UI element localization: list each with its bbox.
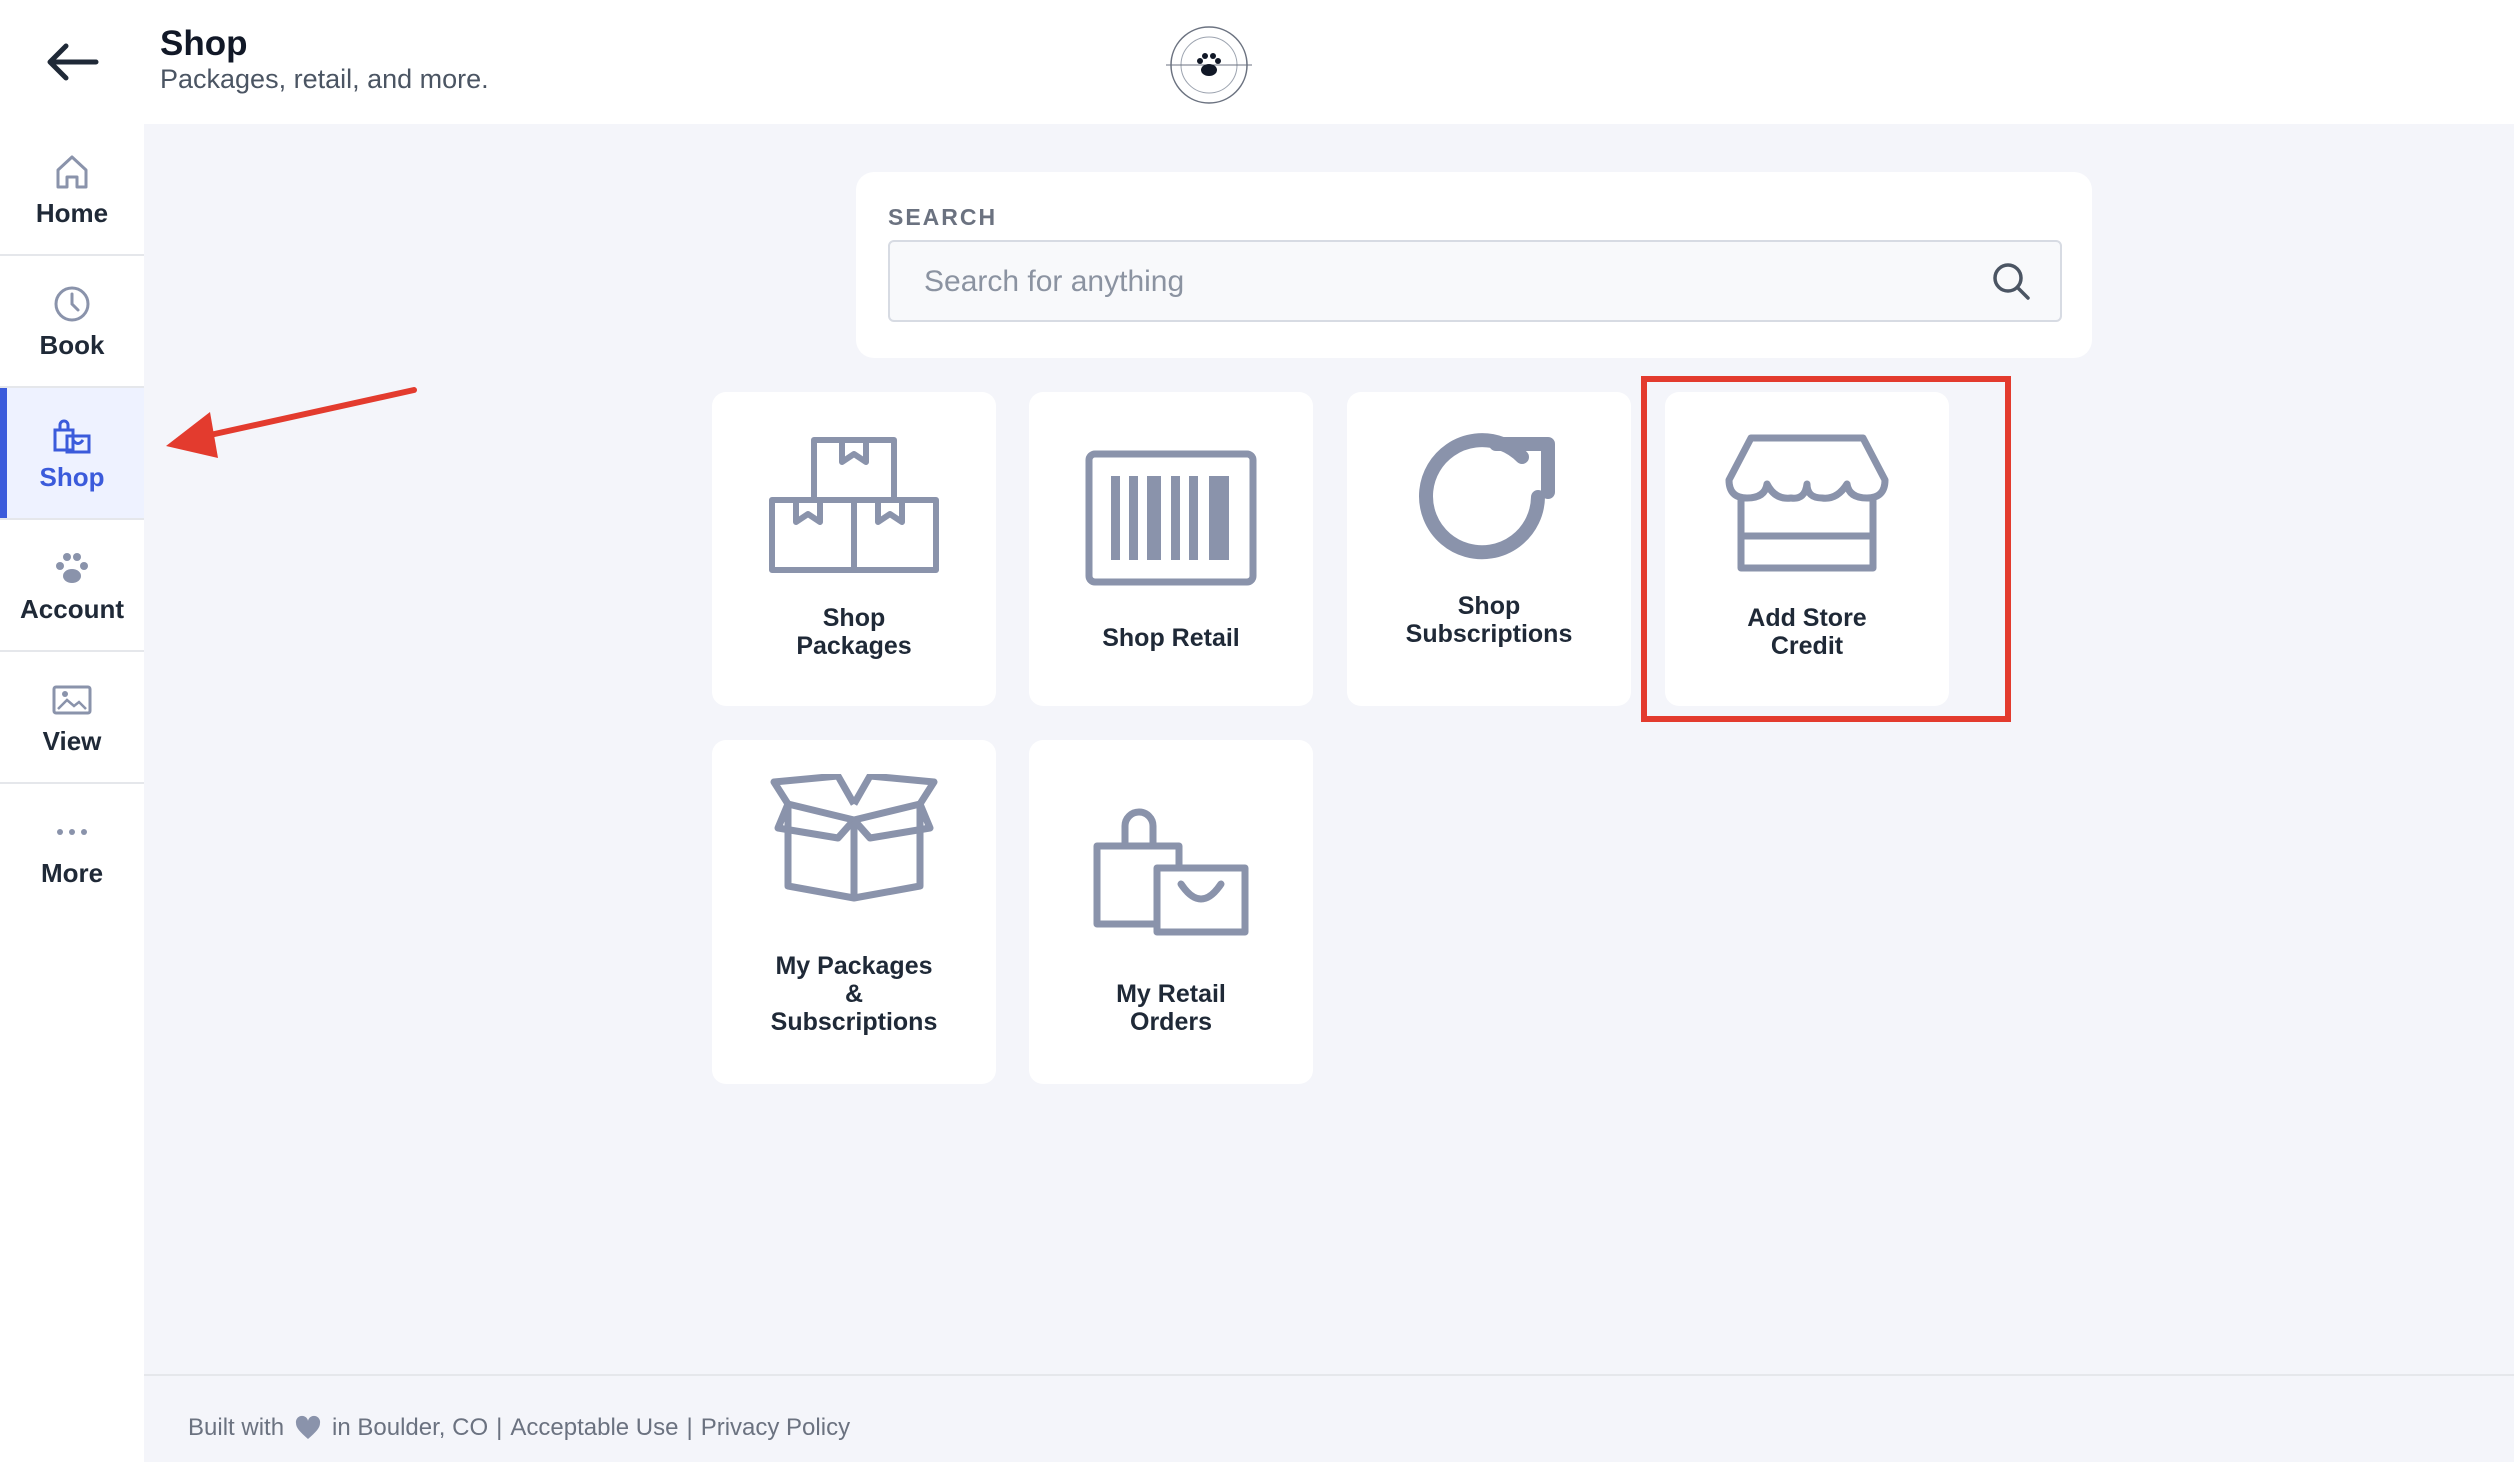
- sidebar-item-label: Shop: [39, 461, 105, 492]
- ellipsis-icon: [50, 810, 94, 854]
- shop-packages-tile[interactable]: Shop Packages: [712, 392, 996, 706]
- main-content: SEARCH Shop Packages: [144, 124, 2514, 1374]
- paw-icon: [50, 546, 94, 590]
- page-title: Shop: [160, 24, 248, 63]
- header: Shop Packages, retail, and more.: [0, 0, 2514, 124]
- tile-label: Shop Subscriptions: [1405, 592, 1573, 648]
- sidebar-item-more[interactable]: More: [0, 784, 144, 914]
- privacy-policy-link[interactable]: Privacy Policy: [701, 1414, 850, 1442]
- acceptable-use-link[interactable]: Acceptable Use: [510, 1414, 678, 1442]
- annotation-arrow-icon: [166, 387, 417, 458]
- search-box: [888, 240, 2062, 322]
- footer-built-with: Built with: [188, 1414, 285, 1441]
- sidebar-item-home[interactable]: Home: [0, 124, 144, 256]
- shop-retail-tile[interactable]: Shop Retail: [1029, 392, 1313, 706]
- barcode-icon: [1085, 450, 1257, 586]
- search-card: SEARCH: [856, 172, 2092, 358]
- back-button[interactable]: [36, 26, 108, 98]
- footer-separator: |: [496, 1414, 503, 1441]
- sidebar-item-label: Book: [39, 329, 105, 360]
- refresh-icon: [1419, 433, 1555, 560]
- heart-icon: [294, 1415, 322, 1441]
- search-icon[interactable]: [1990, 260, 2032, 302]
- tile-label: Shop Retail: [1102, 624, 1240, 652]
- tile-label: Shop Packages: [796, 604, 912, 660]
- sidebar-item-shop[interactable]: Shop: [0, 388, 144, 520]
- sidebar-item-label: More: [40, 857, 104, 888]
- tile-label: My Packages & Subscriptions: [770, 952, 938, 1036]
- packages-icon: [769, 437, 939, 573]
- footer-separator: |: [686, 1414, 693, 1441]
- sidebar-nav: Home Book Shop Account View More: [0, 124, 144, 1462]
- sidebar-item-book[interactable]: Book: [0, 256, 144, 388]
- arrow-left-icon: [47, 43, 99, 81]
- sidebar-item-label: Home: [35, 197, 109, 228]
- shopping-bags-icon: [50, 414, 94, 458]
- add-store-credit-tile[interactable]: Add Store Credit: [1665, 392, 1949, 706]
- clock-icon: [50, 282, 94, 326]
- tile-label: Add Store Credit: [1747, 604, 1867, 660]
- sidebar-item-label: Account: [20, 593, 124, 624]
- sidebar-item-label: View: [42, 725, 102, 756]
- footer: Built with in Boulder, CO | Acceptable U…: [144, 1374, 2514, 1462]
- open-box-icon: [770, 774, 938, 902]
- search-label: SEARCH: [888, 204, 998, 230]
- storefront-icon: [1725, 434, 1889, 572]
- footer-location: in Boulder, CO: [332, 1414, 489, 1441]
- footer-text: Built with in Boulder, CO | Acceptable U…: [188, 1414, 850, 1442]
- search-input[interactable]: [922, 242, 1976, 322]
- shopping-bags-icon: [1093, 808, 1249, 936]
- my-packages-subscriptions-tile[interactable]: My Packages & Subscriptions: [712, 740, 996, 1084]
- shop-subscriptions-tile[interactable]: Shop Subscriptions: [1347, 392, 1631, 706]
- page-subtitle: Packages, retail, and more.: [160, 64, 489, 94]
- home-icon: [50, 150, 94, 194]
- tile-label: My Retail Orders: [1116, 980, 1226, 1036]
- sidebar-item-account[interactable]: Account: [0, 520, 144, 652]
- gallery-icon: [50, 678, 94, 722]
- sidebar-item-view[interactable]: View: [0, 652, 144, 784]
- business-logo: [1166, 26, 1252, 104]
- my-retail-orders-tile[interactable]: My Retail Orders: [1029, 740, 1313, 1084]
